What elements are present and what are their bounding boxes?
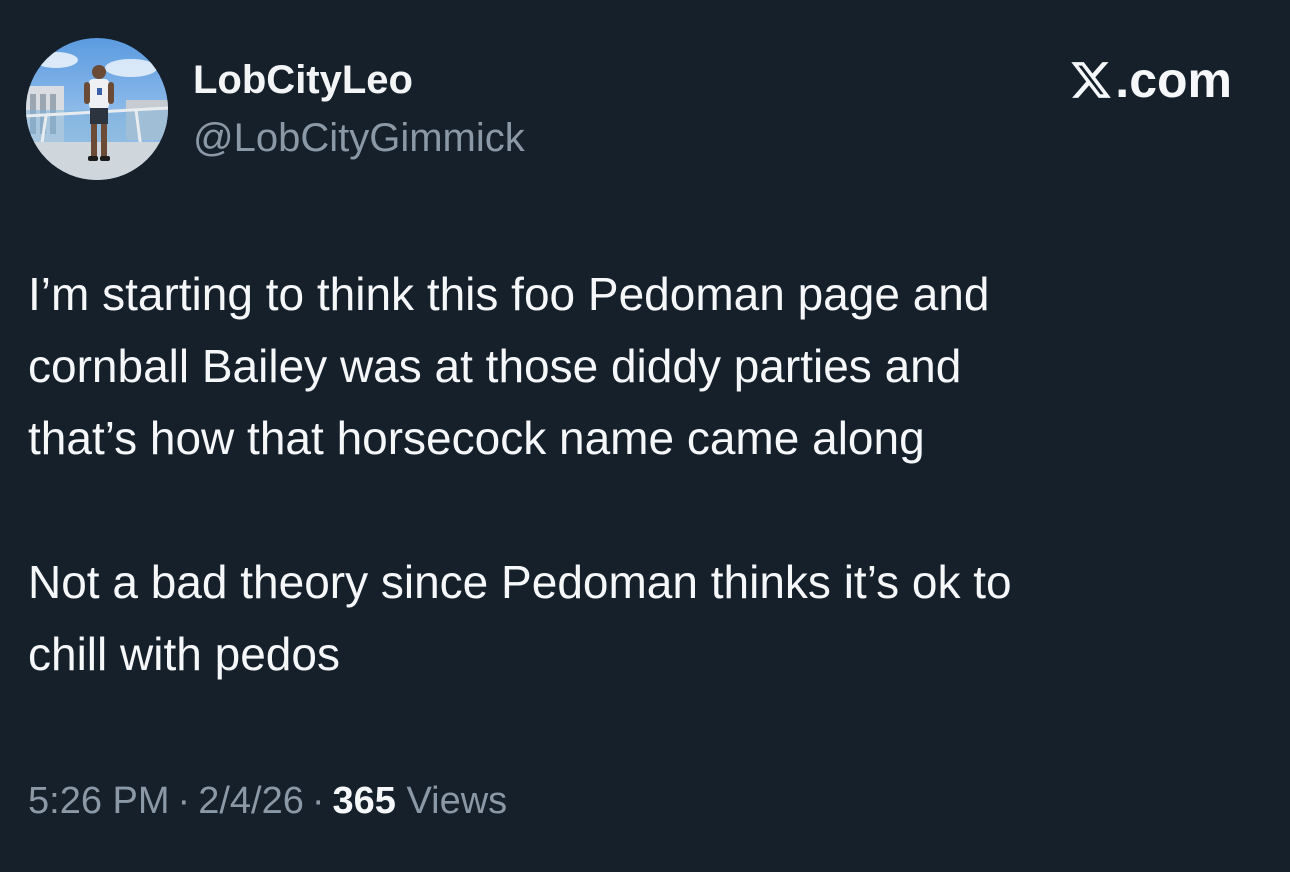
tweet-text: I’m starting to think this foo Pedoman p… <box>28 258 1268 690</box>
brand-domain: .com <box>1115 52 1232 108</box>
x-logo-icon <box>1071 62 1112 98</box>
views-label: Views <box>406 780 508 822</box>
author-display-name[interactable]: LobCityLeo <box>193 56 413 104</box>
meta-separator: · <box>311 780 325 822</box>
tweet-paragraph: Not a bad theory since Pedoman thinks it… <box>28 556 1012 680</box>
avatar[interactable] <box>26 38 168 180</box>
tweet-time[interactable]: 5:26 PM <box>28 780 170 822</box>
views-count[interactable]: 365 <box>333 780 396 822</box>
profile-photo-icon <box>26 38 168 180</box>
tweet-meta: 5:26 PM · 2/4/26 · 365 Views <box>28 776 507 826</box>
meta-separator: · <box>177 780 191 822</box>
tweet-paragraph: I’m starting to think this foo Pedoman p… <box>28 268 990 464</box>
tweet-date[interactable]: 2/4/26 <box>198 780 304 822</box>
tweet-card: LobCityLeo @LobCityGimmick .com I’m star… <box>0 0 1290 872</box>
x-brand: .com <box>1069 52 1232 108</box>
author-handle[interactable]: @LobCityGimmick <box>193 114 525 162</box>
